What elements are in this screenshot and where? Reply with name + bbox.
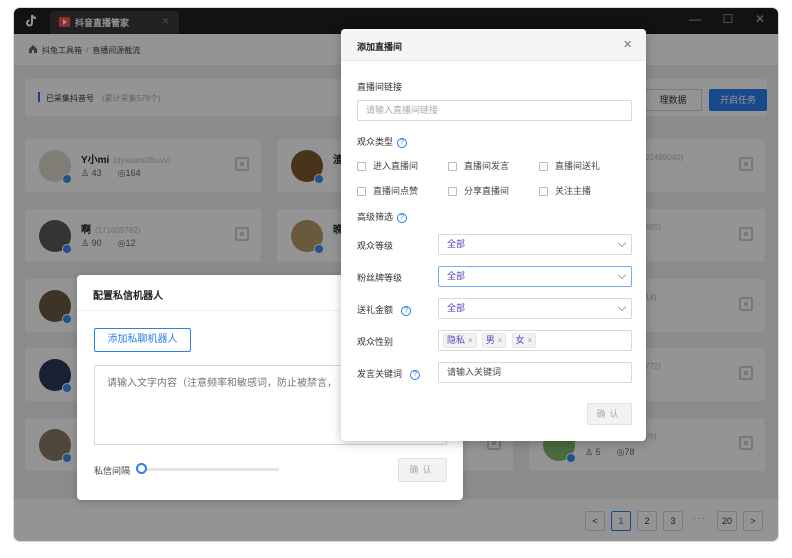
checkbox-room-gift[interactable]: 直播间送礼 bbox=[539, 159, 600, 172]
fan-badge-label: 粉丝牌等级 bbox=[357, 273, 403, 283]
checkbox-enter-room[interactable]: 进入直播间 bbox=[357, 159, 418, 172]
checkbox-icon bbox=[448, 187, 457, 197]
dialog-header: 添加直播间 × bbox=[341, 29, 646, 61]
dialog-title: 配置私信机器人 bbox=[93, 291, 163, 302]
advanced-filter-label: 高级筛选 bbox=[357, 212, 394, 222]
gender-tag: 女 × bbox=[511, 333, 537, 348]
close-icon[interactable]: × bbox=[623, 36, 632, 53]
chevron-down-icon bbox=[617, 238, 627, 248]
checkbox-icon bbox=[357, 162, 366, 172]
chevron-down-icon bbox=[617, 302, 627, 312]
link-label: 直播间链接 bbox=[357, 82, 403, 92]
help-icon[interactable]: ? bbox=[397, 212, 408, 223]
gender-multiselect[interactable]: 隐私 × 男 × 女 × bbox=[438, 330, 632, 351]
checkbox-room-comment[interactable]: 直播间发言 bbox=[448, 159, 509, 172]
checkbox-icon bbox=[448, 162, 457, 172]
help-icon[interactable]: ? bbox=[397, 137, 408, 148]
gender-tag: 男 × bbox=[481, 333, 507, 348]
checkbox-share-room[interactable]: 分享直播间 bbox=[448, 184, 509, 197]
tag-remove-icon[interactable]: × bbox=[528, 336, 533, 345]
checkbox-icon bbox=[539, 187, 548, 197]
live-link-input[interactable]: 请输入直播间链接 bbox=[357, 100, 632, 121]
dialog-title: 添加直播间 bbox=[357, 42, 403, 52]
gift-amount-label: 送礼金额 bbox=[357, 305, 394, 315]
checkbox-icon bbox=[357, 187, 366, 197]
gender-label: 观众性别 bbox=[357, 337, 394, 347]
level-label: 观众等级 bbox=[357, 241, 394, 251]
add-live-room-dialog: 添加直播间 × 直播间链接 请输入直播间链接 观众类型? 进入直播间 直播间发言… bbox=[341, 29, 646, 441]
audience-type-label: 观众类型 bbox=[357, 137, 394, 147]
help-icon[interactable]: ? bbox=[410, 369, 421, 380]
live-confirm-button[interactable]: 确认 bbox=[587, 403, 632, 425]
chevron-down-icon bbox=[617, 270, 627, 280]
interval-slider-handle[interactable] bbox=[136, 463, 147, 474]
bot-confirm-button[interactable]: 确认 bbox=[398, 458, 447, 482]
checkbox-icon bbox=[539, 162, 548, 172]
keyword-label: 发言关键词 bbox=[357, 369, 403, 379]
interval-label: 私信间隔 bbox=[94, 466, 131, 476]
keyword-input[interactable]: 请输入关键词 bbox=[438, 362, 632, 383]
gender-tag: 隐私 × bbox=[443, 333, 477, 348]
add-chat-bot-button[interactable]: 添加私聊机器人 bbox=[94, 328, 191, 352]
checkbox-follow-host[interactable]: 关注主播 bbox=[539, 184, 591, 197]
checkbox-room-like[interactable]: 直播间点赞 bbox=[357, 184, 418, 197]
interval-slider-track[interactable] bbox=[139, 468, 279, 471]
help-icon[interactable]: ? bbox=[401, 305, 412, 316]
fan-badge-select[interactable]: 全部 bbox=[438, 266, 632, 287]
level-select[interactable]: 全部 bbox=[438, 234, 632, 255]
gift-amount-select[interactable]: 全部 bbox=[438, 298, 632, 319]
tag-remove-icon[interactable]: × bbox=[498, 336, 503, 345]
tag-remove-icon[interactable]: × bbox=[468, 336, 473, 345]
